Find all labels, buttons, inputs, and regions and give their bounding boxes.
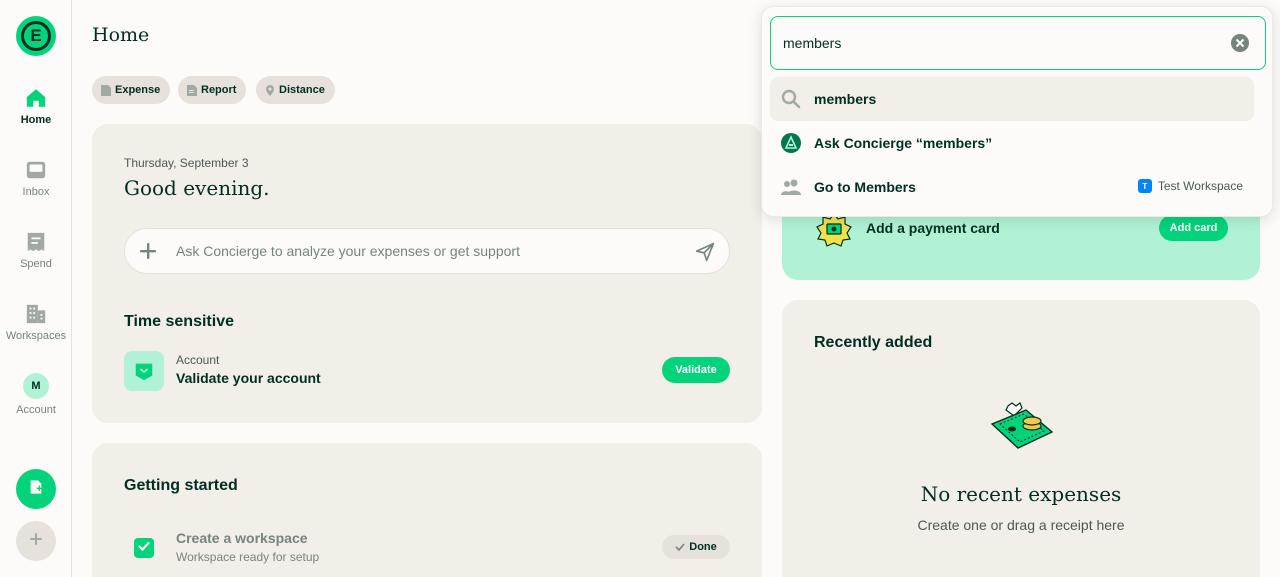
money-illustration-icon xyxy=(988,402,1054,455)
search-result-ask-concierge[interactable]: Ask Concierge “members” xyxy=(770,121,1254,165)
new-expense-icon xyxy=(28,479,44,500)
quick-action-label: Report xyxy=(201,84,237,96)
getting-started-card: Getting started Create a workspace Works… xyxy=(92,443,762,577)
workspace-name: Test Workspace xyxy=(1157,179,1243,193)
workspace-avatar: T xyxy=(1137,179,1152,193)
done-label: Done xyxy=(689,541,717,553)
sidebar-item-workspaces[interactable]: Workspaces xyxy=(0,302,72,342)
avatar: M xyxy=(23,373,49,399)
plus-icon xyxy=(28,531,44,552)
sidebar-item-label: Workspaces xyxy=(5,330,67,342)
search-result-label: Ask Concierge “members” xyxy=(814,135,993,151)
checkmark-icon xyxy=(675,542,685,552)
search-icon xyxy=(780,88,802,110)
search-result-query[interactable]: members xyxy=(770,77,1254,121)
send-icon[interactable] xyxy=(695,242,715,262)
concierge-composer xyxy=(124,228,730,274)
sidebar-item-home[interactable]: Home xyxy=(0,86,72,126)
empty-state-title: No recent expenses xyxy=(920,482,1122,506)
clear-icon[interactable] xyxy=(1231,34,1249,52)
add-card-button[interactable]: Add card xyxy=(1159,215,1228,241)
empty-state-subtitle: Create one or drag a receipt here xyxy=(917,517,1125,533)
concierge-icon xyxy=(780,132,802,154)
quick-action-report[interactable]: Report xyxy=(178,76,247,104)
users-icon xyxy=(780,176,802,198)
search-popover: members Ask Concierge “members” Go to Me… xyxy=(761,6,1273,217)
recently-added-card: Recently added No recent expenses Create… xyxy=(782,300,1260,577)
search-result-go-to-members[interactable]: Go to Members T Test Workspace xyxy=(770,165,1254,209)
greeting: Good evening. xyxy=(124,176,270,200)
search-field xyxy=(770,16,1266,70)
inbox-icon xyxy=(24,158,48,182)
payment-card-title: Add a payment card xyxy=(866,220,1000,236)
distance-icon xyxy=(265,84,275,96)
sidebar-item-label: Spend xyxy=(20,258,52,270)
checkmark-icon xyxy=(137,539,151,558)
receipt-icon xyxy=(24,230,48,254)
search-input[interactable] xyxy=(783,17,1223,69)
plus-icon[interactable] xyxy=(137,240,159,262)
concierge-input[interactable] xyxy=(176,229,676,273)
search-result-label: Go to Members xyxy=(814,179,916,195)
expense-icon xyxy=(101,84,111,96)
expensify-logo[interactable]: E xyxy=(16,16,56,56)
home-icon xyxy=(24,86,48,110)
create-button[interactable] xyxy=(16,469,56,509)
report-icon xyxy=(187,84,197,96)
account-shield-icon xyxy=(124,351,164,391)
workspace-chip: T Test Workspace xyxy=(1137,179,1243,193)
done-badge: Done xyxy=(662,535,730,559)
getting-started-title: Getting started xyxy=(124,477,238,494)
page-title: Home xyxy=(92,24,150,46)
task-category: Account xyxy=(176,353,220,367)
task-title: Create a workspace xyxy=(176,530,308,546)
sidebar-item-inbox[interactable]: Inbox xyxy=(0,158,72,198)
checkbox[interactable] xyxy=(134,538,154,558)
add-button[interactable] xyxy=(16,521,56,561)
recently-added-title: Recently added xyxy=(814,334,933,351)
logo-letter: E xyxy=(21,21,51,51)
sidebar-item-label: Inbox xyxy=(22,186,50,198)
current-date: Thursday, September 3 xyxy=(124,156,249,170)
money-badge-icon xyxy=(816,213,852,252)
sidebar-item-account[interactable]: M Account xyxy=(0,373,72,416)
quick-action-label: Distance xyxy=(279,84,325,96)
sidebar: E Home Inbox Spend Workspaces M Account xyxy=(0,0,72,577)
sidebar-item-label: Home xyxy=(20,114,52,126)
validate-button[interactable]: Validate xyxy=(662,357,730,383)
quick-action-label: Expense xyxy=(115,84,161,96)
building-icon xyxy=(24,302,48,326)
quick-action-distance[interactable]: Distance xyxy=(256,76,335,104)
sidebar-item-spend[interactable]: Spend xyxy=(0,230,72,270)
task-title: Validate your account xyxy=(176,370,321,386)
welcome-card: Thursday, September 3 Good evening. Time… xyxy=(92,124,762,423)
search-result-label: members xyxy=(814,91,877,107)
quick-action-expense[interactable]: Expense xyxy=(92,76,171,104)
time-sensitive-title: Time sensitive xyxy=(124,313,234,330)
task-subtitle: Workspace ready for setup xyxy=(176,550,320,564)
sidebar-item-label: Account xyxy=(16,404,56,416)
